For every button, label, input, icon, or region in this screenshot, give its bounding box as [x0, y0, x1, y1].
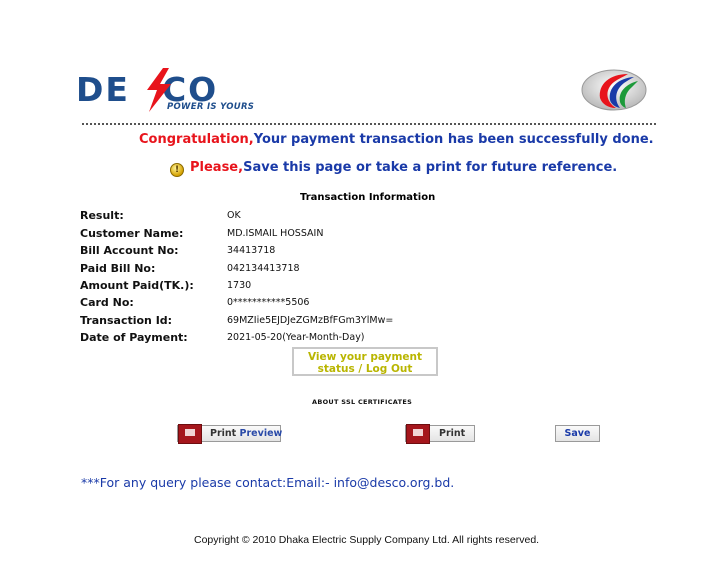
info-label: Amount Paid(TK.): — [80, 279, 194, 292]
info-value: 042134413718 — [227, 263, 300, 274]
info-row: Transaction Id: 69MZIie5EJDJeZGMzBfFGm3Yl… — [80, 314, 480, 331]
desco-logo: DE CO POWER IS YOURS — [76, 68, 266, 116]
logo-tagline: POWER IS YOURS — [167, 102, 255, 112]
info-label: Paid Bill No: — [80, 262, 156, 275]
success-message: Congratulation,Your payment transaction … — [139, 132, 654, 147]
info-label: Result: — [80, 209, 124, 222]
printer-icon — [178, 424, 202, 444]
warning-icon: ! — [170, 163, 184, 177]
dotted-divider — [82, 123, 656, 125]
info-value: 2021-05-20(Year-Month-Day) — [227, 332, 365, 343]
transaction-info-title: Transaction Information — [300, 192, 436, 203]
info-label: Customer Name: — [80, 227, 184, 240]
flag-emblem-icon — [581, 69, 647, 111]
contact-query-text: ***For any query please contact:Email:- … — [81, 475, 455, 490]
info-value: MD.ISMAIL HOSSAIN — [227, 228, 324, 239]
save-button[interactable]: Save — [555, 425, 600, 442]
save-reminder-message: ! Please,Save this page or take a print f… — [170, 160, 617, 177]
info-value: 34413718 — [227, 245, 276, 256]
info-value: 69MZIie5EJDJeZGMzBfFGm3YlMw= — [227, 315, 394, 326]
info-value: OK — [227, 210, 241, 221]
info-row: Result: OK — [80, 209, 480, 226]
info-row: Date of Payment: 2021-05-20(Year-Month-Da… — [80, 331, 480, 348]
ssl-certificates-link[interactable]: ABOUT SSL CERTIFICATES — [312, 398, 412, 406]
info-label: Transaction Id: — [80, 314, 173, 327]
print-preview-button[interactable]: Print Preview — [177, 424, 282, 444]
print-button[interactable]: Print — [405, 424, 475, 444]
info-label: Date of Payment: — [80, 331, 188, 344]
info-value: 0***********5506 — [227, 297, 310, 308]
copyright-text: Copyright © 2010 Dhaka Electric Supply C… — [194, 534, 540, 546]
info-row: Bill Account No: 34413718 — [80, 244, 480, 261]
info-row: Paid Bill No: 042134413718 — [80, 262, 480, 279]
view-status-logout-button[interactable]: View your payment status / Log Out — [292, 347, 438, 376]
printer-icon — [406, 424, 430, 444]
info-row: Card No: 0***********5506 — [80, 296, 480, 313]
info-label: Card No: — [80, 296, 134, 309]
info-row: Customer Name: MD.ISMAIL HOSSAIN — [80, 227, 480, 244]
logo-text-left: DE — [76, 70, 130, 109]
info-value: 1730 — [227, 280, 252, 291]
info-label: Bill Account No: — [80, 244, 179, 257]
info-row: Amount Paid(TK.): 1730 — [80, 279, 480, 296]
